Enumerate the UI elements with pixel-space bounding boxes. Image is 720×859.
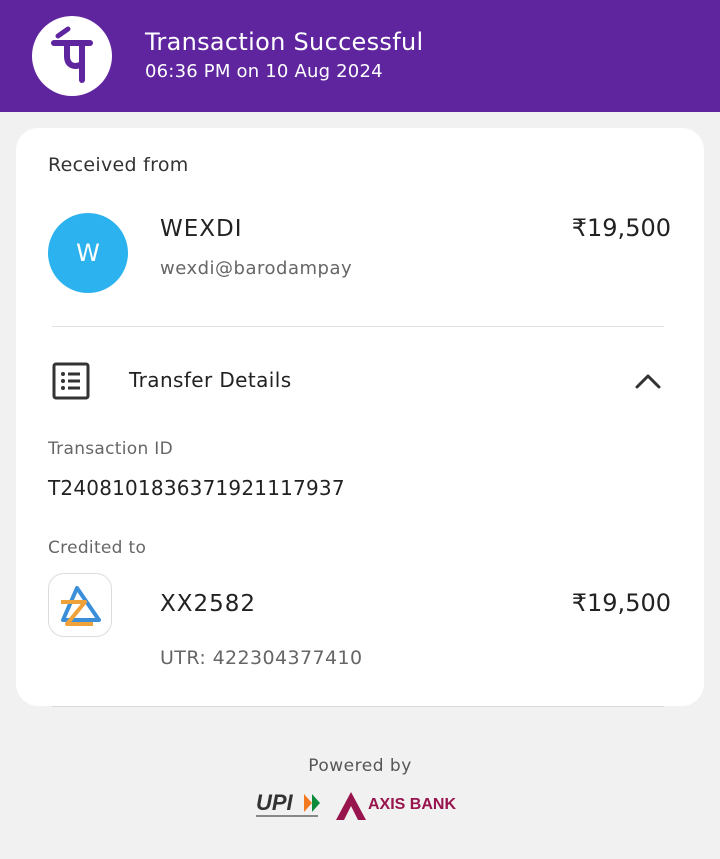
phonepe-logo-icon	[32, 16, 112, 96]
sender-vpa: wexdi@barodampay	[160, 258, 353, 279]
transaction-id-label: Transaction ID	[48, 439, 173, 459]
divider	[52, 706, 664, 707]
upi-logo-icon: UPI	[254, 790, 328, 826]
axis-bank-logo-icon	[334, 790, 368, 826]
transfer-details-toggle[interactable]: Transfer Details	[129, 368, 292, 392]
transaction-datetime: 06:36 PM on 10 Aug 2024	[145, 61, 383, 82]
transaction-card: Received from W WEXDI wexdi@barodampay ₹…	[16, 128, 704, 706]
list-icon	[52, 362, 90, 404]
sender-avatar[interactable]: W	[48, 213, 128, 293]
svg-text:UPI: UPI	[256, 790, 294, 815]
transaction-id-value[interactable]: T2408101836371921117937	[48, 476, 345, 500]
credited-to-label: Credited to	[48, 538, 147, 558]
credited-account: XX2582	[160, 591, 257, 617]
bank-of-baroda-logo-icon	[48, 573, 112, 637]
divider	[52, 326, 664, 327]
header-bar: Transaction Successful 06:36 PM on 10 Au…	[0, 0, 720, 112]
axis-bank-label: AXIS BANK	[368, 796, 457, 813]
sender-name: WEXDI	[160, 216, 243, 242]
received-from-label: Received from	[48, 154, 189, 176]
received-amount: ₹19,500	[571, 214, 671, 242]
transaction-status-title: Transaction Successful	[145, 28, 424, 56]
credited-amount: ₹19,500	[571, 589, 671, 617]
chevron-up-icon[interactable]	[634, 371, 662, 395]
utr-number[interactable]: UTR: 422304377410	[160, 647, 362, 669]
powered-by-label: Powered by	[308, 756, 412, 776]
